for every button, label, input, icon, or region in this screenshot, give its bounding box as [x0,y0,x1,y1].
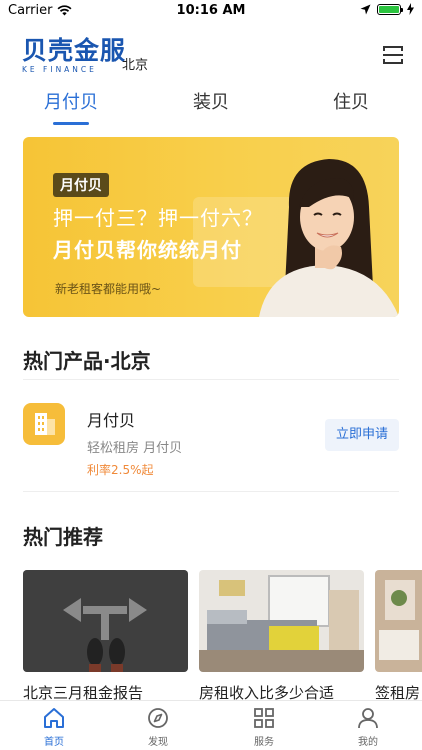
city-selector[interactable]: 北京 [122,54,148,73]
app-header: 贝壳金服 KE FINANCE 北京 [0,36,422,80]
tab-zhuangbei[interactable]: 装贝 [171,88,251,114]
tab-zhubei[interactable]: 住贝 [311,88,391,114]
recommendation-card[interactable]: 房租收入比多少合适 [199,570,364,700]
grid-icon [254,708,274,728]
article-title: 北京三月租金报告 [23,684,144,700]
building-icon [23,403,65,445]
logo[interactable]: 贝壳金服 KE FINANCE [22,36,126,74]
product-tabs: 月付贝 装贝 住贝 [0,88,422,128]
status-right [360,3,414,15]
recommendation-card[interactable]: 北京三月租金报告 [23,570,188,700]
location-arrow-icon [360,4,371,14]
product-card-yuefubei[interactable]: 月付贝 轻松租房 月付贝 利率2.5%起 立即申请 [0,395,422,485]
nav-home[interactable]: 首页 [24,707,84,748]
home-icon [44,708,64,728]
menu-icon[interactable] [382,44,404,66]
compass-icon [148,708,168,728]
article-thumbnail [375,570,422,672]
section-divider [23,491,399,492]
charging-bolt-icon [407,3,414,15]
nav-profile[interactable]: 我的 [338,707,398,748]
banner-subheadline: 月付贝帮你统统月付 [53,238,242,262]
logo-text: 贝壳金服 [22,36,127,65]
clock: 10:16 AM [176,3,246,18]
logo-subtext: KE FINANCE [22,65,97,74]
nav-discover[interactable]: 发现 [128,707,188,748]
article-thumbnail [23,570,188,672]
recommendation-carousel[interactable]: 北京三月租金报告 房租收入比多少合适 签租房 [23,570,422,700]
banner-person-illustration [259,159,399,317]
promo-banner[interactable]: 月付贝 押一付三？押一付六？ 月付贝帮你统统月付 新老租客都能用哦~ [23,137,399,317]
nav-services-label: 服务 [254,737,274,748]
banner-badge: 月付贝 [53,173,109,197]
article-title: 签租房 [375,684,421,700]
hot-products-title: 热门产品·北京 [23,349,151,373]
user-icon [358,708,378,729]
recommendation-card[interactable]: 签租房 [375,570,422,700]
active-tab-indicator [53,122,89,125]
product-description: 轻松租房 月付贝 [87,441,183,456]
product-rate: 利率2.5%起 [87,463,154,477]
bottom-navigation: 首页 发现 服务 我的 [0,700,422,750]
nav-discover-label: 发现 [148,737,168,748]
battery-icon [377,3,403,15]
nav-profile-label: 我的 [358,737,378,748]
banner-caption: 新老租客都能用哦~ [55,282,162,296]
apply-now-button[interactable]: 立即申请 [325,419,399,451]
tab-yuefubei[interactable]: 月付贝 [31,88,111,114]
nav-home-label: 首页 [44,737,64,748]
banner-headline: 押一付三？押一付六？ [53,206,263,230]
section-divider [23,379,399,380]
product-name: 月付贝 [87,411,136,430]
article-title: 房租收入比多少合适 [199,684,335,700]
status-bar: Carrier 10:16 AM [0,0,422,22]
recommendations-title: 热门推荐 [23,525,103,549]
article-thumbnail [199,570,364,672]
nav-services[interactable]: 服务 [234,707,294,748]
